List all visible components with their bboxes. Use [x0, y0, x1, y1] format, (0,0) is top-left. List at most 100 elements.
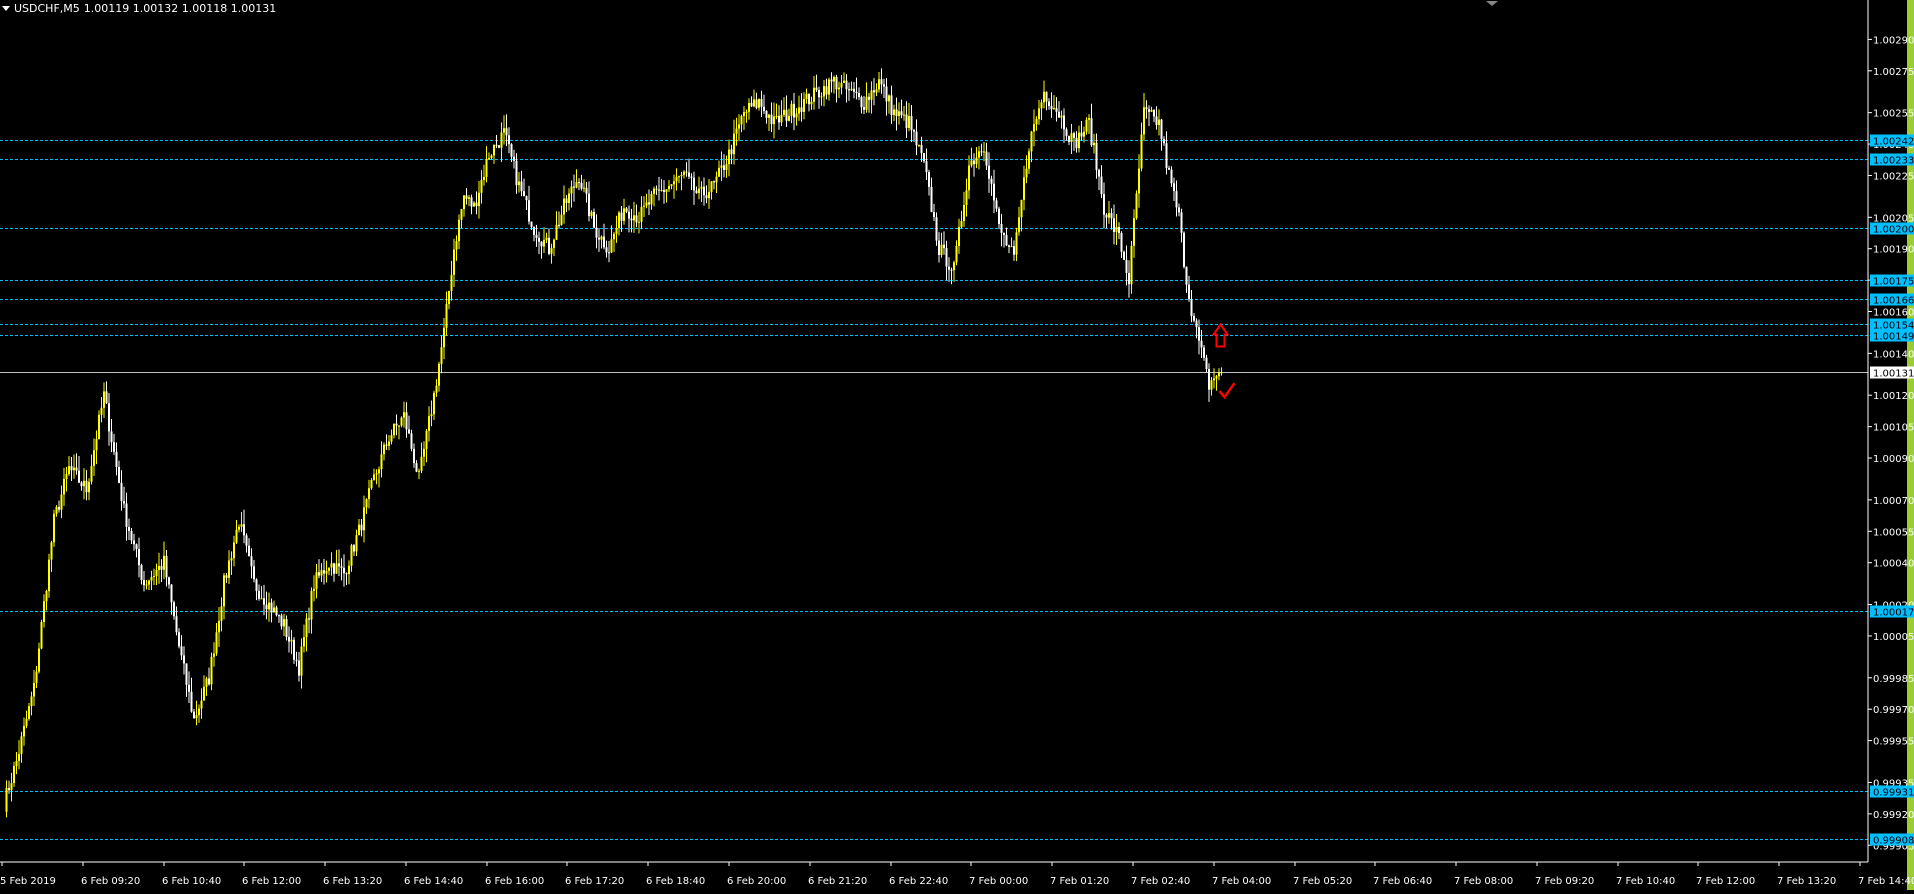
candle-body	[285, 619, 288, 637]
candle-body	[783, 109, 785, 115]
candle-body	[1110, 213, 1113, 219]
candle-body	[613, 233, 615, 240]
candle-body	[163, 555, 165, 570]
candle-body	[328, 567, 330, 571]
candle-body	[208, 678, 210, 685]
candle-body	[938, 240, 940, 255]
candle-body	[490, 155, 493, 159]
candle-body	[648, 202, 650, 205]
candle-body	[225, 575, 228, 578]
candle-body	[73, 467, 75, 471]
candle-body	[68, 466, 70, 475]
candle-body	[800, 107, 803, 112]
candle-body	[218, 620, 220, 633]
candle-body	[1030, 131, 1033, 152]
candle-body	[693, 177, 695, 191]
candle-body	[1143, 107, 1145, 135]
candle-body	[355, 535, 358, 552]
candle-body	[1045, 91, 1048, 102]
y-tick-label: 1.00005	[1873, 632, 1914, 643]
candle-body	[620, 212, 623, 221]
candle-body	[1178, 207, 1180, 213]
candle-body	[350, 545, 353, 566]
candle-body	[550, 247, 553, 254]
candle-body	[700, 186, 703, 189]
candle-body	[455, 241, 458, 250]
candle-body	[380, 454, 383, 470]
candle-body	[893, 109, 895, 115]
candle-body	[780, 114, 783, 123]
candle-body	[205, 678, 208, 687]
x-tick-label: 7 Feb 14:40	[1858, 876, 1914, 887]
candle-body	[1040, 102, 1043, 109]
candle-body	[1105, 214, 1108, 218]
candle-body	[33, 682, 35, 697]
candle-body	[263, 598, 265, 605]
candle-body	[385, 444, 388, 446]
candle-body	[1070, 133, 1073, 142]
candle-body	[78, 470, 80, 483]
candle-body	[588, 193, 590, 217]
candle-body	[210, 656, 213, 685]
candle-body	[855, 91, 858, 94]
x-tick-label: 7 Feb 12:00	[1696, 876, 1755, 887]
candle-body	[128, 526, 130, 531]
candle-body	[418, 470, 420, 472]
candle-body	[805, 93, 808, 99]
candle-body	[1043, 91, 1045, 103]
candle-body	[668, 185, 670, 190]
candle-body	[340, 566, 343, 568]
candle-body	[1088, 118, 1090, 120]
candle-body	[715, 176, 718, 183]
candle-body	[728, 149, 730, 165]
candle-body	[365, 499, 368, 508]
candle-body	[65, 474, 68, 479]
chart-header: USDCHF,M5 1.00119 1.00132 1.00118 1.0013…	[2, 2, 276, 15]
x-tick-label: 6 Feb 22:40	[889, 876, 948, 887]
candle-body	[1058, 111, 1060, 118]
ohlc-readout: 1.00119 1.00132 1.00118 1.00131	[83, 2, 277, 15]
candle-body	[255, 579, 258, 591]
candle-body	[1120, 232, 1123, 252]
x-tick-label: 6 Feb 20:00	[727, 876, 786, 887]
candle-body	[323, 570, 325, 574]
candle-body	[343, 567, 345, 574]
candle-body	[713, 181, 715, 183]
x-tick-label: 7 Feb 05:20	[1293, 876, 1352, 887]
candle-body	[1050, 105, 1053, 110]
candle-body	[733, 133, 735, 155]
x-tick-label: 7 Feb 08:00	[1454, 876, 1513, 887]
candle-body	[833, 77, 835, 82]
candle-body	[740, 116, 743, 125]
candle-body	[1150, 110, 1153, 112]
candle-body	[840, 82, 843, 88]
level-label: 0.99931	[1873, 788, 1914, 799]
candle-body	[968, 165, 970, 191]
candle-body	[1063, 115, 1065, 130]
candle-body	[145, 584, 148, 586]
candle-body	[510, 144, 513, 157]
chart-menu-triangle-icon[interactable]	[2, 6, 10, 11]
candle-body	[655, 188, 658, 190]
candle-body	[1210, 380, 1213, 390]
candle-body	[983, 151, 985, 153]
candle-body	[273, 607, 275, 613]
candle-body	[300, 646, 303, 676]
candle-body	[965, 190, 968, 205]
candle-body	[723, 165, 725, 170]
candle-body	[1005, 234, 1008, 246]
candle-body	[853, 88, 855, 92]
y-tick-label: 1.00190	[1873, 245, 1914, 256]
candle-body	[1103, 194, 1105, 215]
candle-body	[770, 114, 773, 125]
x-tick-label: 6 Feb 09:20	[81, 876, 140, 887]
candle-body	[535, 234, 538, 238]
x-tick-label: 5 Feb 2019	[0, 876, 56, 887]
candle-body	[1085, 119, 1088, 132]
candle-body	[1035, 119, 1038, 125]
symbol-title: USDCHF,M5	[14, 2, 80, 15]
candle-body	[825, 86, 828, 95]
price-chart-svg[interactable]: 1.002901.002751.002551.002401.002251.002…	[0, 0, 1914, 890]
candle-body	[565, 198, 568, 203]
candle-body	[358, 524, 360, 536]
